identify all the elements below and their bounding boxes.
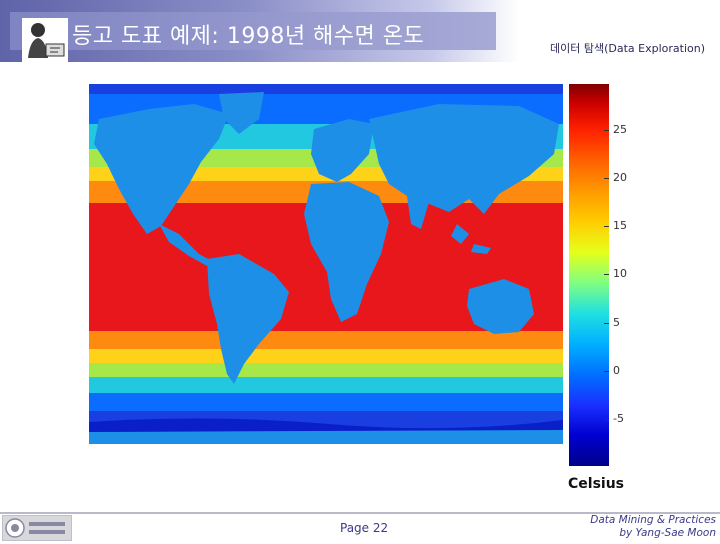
colorbar-tick-label: 5 — [613, 316, 620, 329]
header-band: 등고 도표 예제: 1998년 해수면 온도 데이터 탐색(Data Explo… — [0, 0, 720, 62]
presenter-logo-icon — [22, 18, 68, 62]
course-credit: Data Mining & Practices by Yang-Sae Moon — [590, 514, 716, 540]
colorbar-tick-label: 10 — [613, 267, 627, 280]
colorbar-tickmark — [604, 419, 609, 420]
colorbar-tick-label: 25 — [613, 123, 627, 136]
colorbar-tickmark — [604, 226, 609, 227]
temperature-colorbar — [569, 84, 609, 466]
colorbar-unit-label: Celsius — [568, 476, 624, 492]
credit-line-course: Data Mining & Practices — [590, 514, 716, 526]
university-logo-icon — [2, 515, 72, 541]
colorbar-tickmark — [604, 323, 609, 324]
colorbar-tickmark — [604, 371, 609, 372]
colorbar-tickmark — [604, 178, 609, 179]
colorbar-tickmark — [604, 130, 609, 131]
colorbar-tick-label: -5 — [613, 412, 624, 425]
page-title: 등고 도표 예제: 1998년 해수면 온도 — [72, 24, 425, 49]
section-subtitle: 데이터 탐색(Data Exploration) — [550, 42, 706, 55]
sea-surface-temperature-map — [89, 84, 563, 444]
colorbar-tickmark — [604, 274, 609, 275]
colorbar-tick-label: 15 — [613, 219, 627, 232]
credit-line-author: by Yang-Sae Moon — [619, 527, 716, 539]
colorbar-tick-label: 0 — [613, 364, 620, 377]
colorbar-tick-label: 20 — [613, 171, 627, 184]
page-number: Page 22 — [340, 521, 389, 535]
